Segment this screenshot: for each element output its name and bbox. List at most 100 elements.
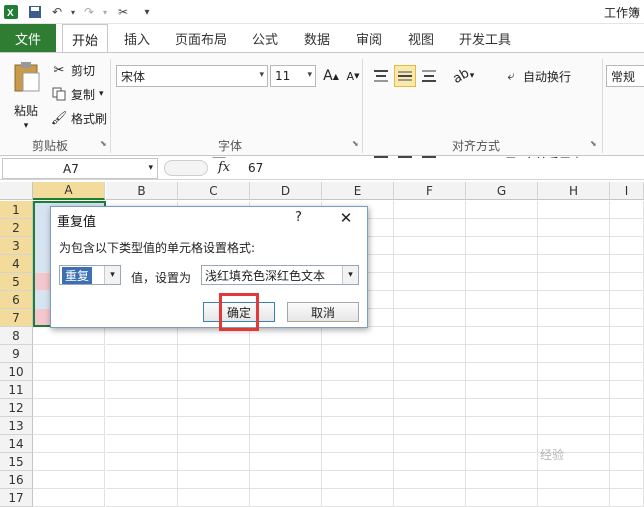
align-top-button[interactable] <box>370 65 392 87</box>
grid-cell[interactable] <box>33 363 105 381</box>
grid-cell[interactable] <box>250 471 322 489</box>
grid-cell[interactable] <box>466 471 538 489</box>
grid-cell[interactable] <box>33 327 105 345</box>
row-header[interactable]: 6 <box>0 291 33 309</box>
row-header[interactable]: 1 <box>0 201 33 219</box>
font-launcher-icon[interactable]: ⬊ <box>352 139 359 148</box>
grid-cell[interactable] <box>538 399 610 417</box>
format-style-select[interactable]: 浅红填充色深红色文本 ▾ <box>201 265 359 285</box>
grid-cell[interactable] <box>394 417 466 435</box>
grid-cell[interactable] <box>394 291 466 309</box>
tab-page-layout[interactable]: 页面布局 <box>166 24 236 52</box>
grid-cell[interactable] <box>466 435 538 453</box>
grid-cell[interactable] <box>322 453 394 471</box>
grid-cell[interactable] <box>322 399 394 417</box>
formula-input[interactable]: 67 <box>248 161 263 175</box>
column-header[interactable]: G <box>466 182 538 200</box>
grid-cell[interactable] <box>106 399 178 417</box>
grid-cell[interactable] <box>610 399 644 417</box>
tab-view[interactable]: 视图 <box>398 24 444 52</box>
grid-cell[interactable] <box>33 417 105 435</box>
grid-cell[interactable] <box>322 471 394 489</box>
grid-cell[interactable] <box>610 291 644 309</box>
grid-cell[interactable] <box>106 453 178 471</box>
grid-cell[interactable] <box>610 489 644 507</box>
grid-cell[interactable] <box>538 327 610 345</box>
insert-function-icon[interactable]: fx <box>218 160 230 175</box>
row-header[interactable]: 2 <box>0 219 33 237</box>
grid-cell[interactable] <box>610 471 644 489</box>
grid-cell[interactable] <box>178 417 250 435</box>
grid-cell[interactable] <box>178 489 250 507</box>
grid-cell[interactable] <box>394 363 466 381</box>
tab-formulas[interactable]: 公式 <box>242 24 288 52</box>
grid-cell[interactable] <box>466 381 538 399</box>
grid-cell[interactable] <box>250 399 322 417</box>
grid-cell[interactable] <box>322 489 394 507</box>
row-header[interactable]: 4 <box>0 255 33 273</box>
column-header[interactable]: I <box>610 182 644 200</box>
grid-cell[interactable] <box>610 219 644 237</box>
grid-cell[interactable] <box>610 417 644 435</box>
grid-cell[interactable] <box>538 417 610 435</box>
grid-cell[interactable] <box>394 489 466 507</box>
wrap-text-button[interactable]: ⤶ 自动换行 <box>502 67 571 85</box>
row-header[interactable]: 15 <box>0 453 33 471</box>
tab-review[interactable]: 审阅 <box>346 24 392 52</box>
grid-cell[interactable] <box>466 219 538 237</box>
column-header[interactable]: A <box>33 182 105 200</box>
row-header[interactable]: 5 <box>0 273 33 291</box>
copy-button[interactable]: 复制 ▾ <box>50 85 104 103</box>
column-header[interactable]: C <box>178 182 250 200</box>
help-button[interactable]: ? <box>295 210 302 225</box>
tab-developer[interactable]: 开发工具 <box>450 24 520 52</box>
row-header[interactable]: 8 <box>0 327 33 345</box>
row-header[interactable]: 11 <box>0 381 33 399</box>
grid-cell[interactable] <box>33 345 105 363</box>
cancel-button[interactable]: 取消 <box>287 302 359 322</box>
tab-insert[interactable]: 插入 <box>114 24 160 52</box>
grid-cell[interactable] <box>466 201 538 219</box>
grid-cell[interactable] <box>394 399 466 417</box>
tools-icon[interactable]: ✂ <box>114 3 132 21</box>
grid-cell[interactable] <box>466 345 538 363</box>
row-header[interactable]: 3 <box>0 237 33 255</box>
grid-cell[interactable] <box>322 417 394 435</box>
shrink-font-button[interactable]: A ▼ <box>342 65 364 87</box>
format-painter-button[interactable]: 🖌 格式刷 <box>50 109 107 127</box>
grid-cell[interactable] <box>610 237 644 255</box>
row-header[interactable]: 7 <box>0 309 33 327</box>
value-type-select[interactable]: 重复 ▾ <box>59 265 121 285</box>
grid-cell[interactable] <box>178 471 250 489</box>
grid-cell[interactable] <box>538 273 610 291</box>
tab-home[interactable]: 开始 <box>62 24 108 53</box>
grid-cell[interactable] <box>322 327 394 345</box>
grid-cell[interactable] <box>466 327 538 345</box>
grid-cell[interactable] <box>538 471 610 489</box>
column-header[interactable]: B <box>106 182 178 200</box>
grid-cell[interactable] <box>538 345 610 363</box>
grid-cell[interactable] <box>250 489 322 507</box>
grid-cell[interactable] <box>394 345 466 363</box>
grid-cell[interactable] <box>33 381 105 399</box>
grid-cell[interactable] <box>610 201 644 219</box>
grid-cell[interactable] <box>610 327 644 345</box>
row-header[interactable]: 16 <box>0 471 33 489</box>
redo-dropdown-icon[interactable]: ▾ <box>96 3 114 21</box>
grid-cell[interactable] <box>466 489 538 507</box>
column-header[interactable]: F <box>394 182 466 200</box>
row-header[interactable]: 9 <box>0 345 33 363</box>
grid-cell[interactable] <box>466 363 538 381</box>
grid-cell[interactable] <box>466 237 538 255</box>
grid-cell[interactable] <box>394 453 466 471</box>
grid-cell[interactable] <box>178 453 250 471</box>
grid-cell[interactable] <box>106 345 178 363</box>
grid-cell[interactable] <box>610 435 644 453</box>
grid-cell[interactable] <box>394 327 466 345</box>
grid-cell[interactable] <box>106 363 178 381</box>
grid-cell[interactable] <box>394 471 466 489</box>
grid-cell[interactable] <box>178 381 250 399</box>
customize-toolbar-icon[interactable]: ▾ <box>138 3 156 21</box>
name-box[interactable]: A7 ▾ <box>2 158 158 179</box>
orientation-dropdown-icon[interactable]: ▾ <box>466 65 478 87</box>
